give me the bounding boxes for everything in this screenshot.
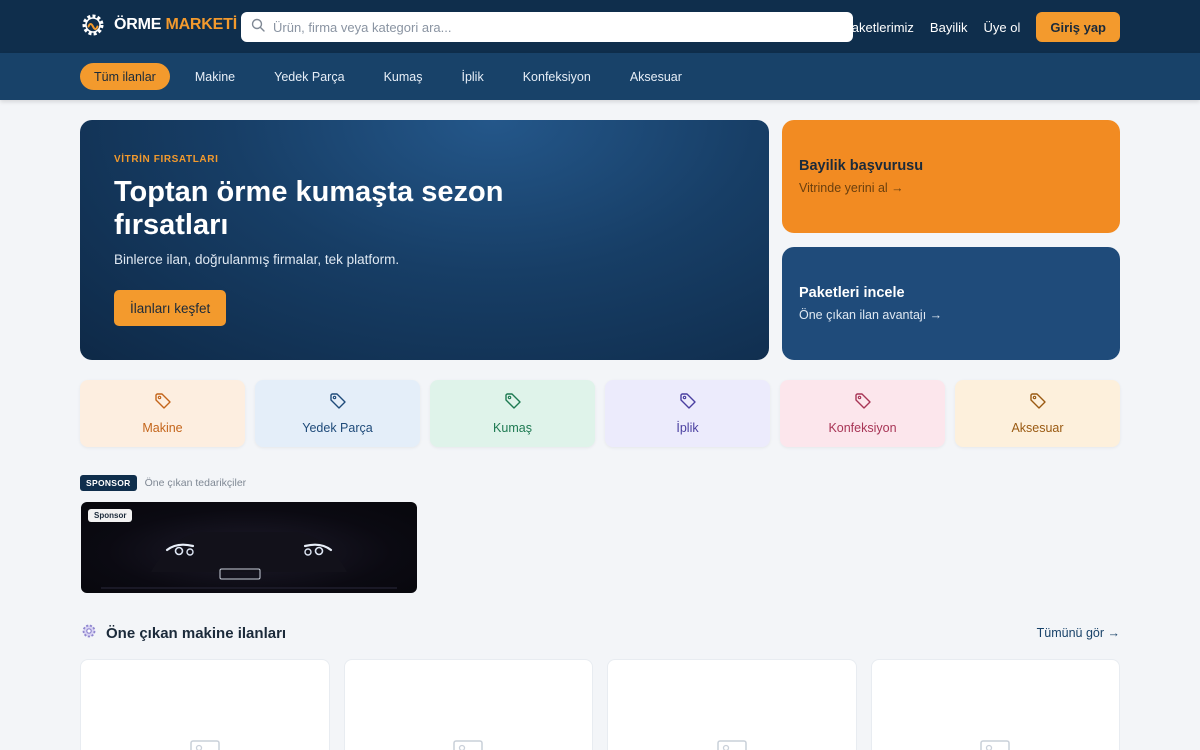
category-card-label: Kumaş xyxy=(493,421,532,435)
search-input[interactable] xyxy=(273,19,833,35)
sponsor-caption: Öne çıkan tedarikçiler xyxy=(144,477,247,489)
packages-card-link[interactable]: Öne çıkan ilan avantajı → xyxy=(799,308,942,322)
car-front-image xyxy=(101,532,397,589)
category-card-label: Makine xyxy=(142,421,183,435)
listing-cards xyxy=(80,659,1120,750)
category-card-machine[interactable]: Makine xyxy=(80,380,245,447)
tag-icon xyxy=(154,392,172,415)
category-card-label: Yedek Parça xyxy=(302,421,373,435)
category-tab-accessory[interactable]: Aksesuar xyxy=(616,63,696,90)
packages-card-title: Paketleri incele xyxy=(799,285,905,301)
search-icon xyxy=(251,18,265,37)
listing-card[interactable] xyxy=(607,659,857,750)
dealer-card-link[interactable]: Vitrinde yerini al → xyxy=(799,181,904,195)
category-card-label: Aksesuar xyxy=(1011,421,1064,435)
listing-card[interactable] xyxy=(870,659,1120,750)
category-card-label: İplik xyxy=(676,421,699,435)
category-tab-machine[interactable]: Makine xyxy=(181,63,249,90)
tag-icon xyxy=(1029,392,1047,415)
category-tab-apparel[interactable]: Konfeksiyon xyxy=(509,63,605,90)
category-tab-yarn[interactable]: İplik xyxy=(447,63,497,90)
hero-eyebrow: VİTRİN FIRSATLARI xyxy=(114,154,219,165)
logo-gear-icon xyxy=(80,12,106,38)
image-placeholder-icon xyxy=(453,740,483,750)
nav-packages-link[interactable]: Paketlerimiz xyxy=(843,20,914,35)
brand-logo[interactable]: ÖRME MARKETİ xyxy=(80,11,237,39)
explore-listings-button[interactable]: İlanları keşfet xyxy=(114,290,227,326)
section-title: Öne çıkan makine ilanları xyxy=(106,624,287,642)
login-button[interactable]: Giriş yap xyxy=(1036,12,1120,42)
hero-title: Toptan örme kumaşta sezon fırsatları xyxy=(114,176,504,241)
see-all-link[interactable]: Tümünü gör → xyxy=(1037,626,1120,640)
listing-card[interactable] xyxy=(80,659,330,750)
nav-dealership-link[interactable]: Bayilik xyxy=(930,20,968,35)
image-placeholder-icon xyxy=(717,740,747,750)
category-tab-all[interactable]: Tüm ilanlar xyxy=(80,63,170,90)
listing-card[interactable] xyxy=(343,659,593,750)
image-placeholder-icon xyxy=(190,740,220,750)
category-nav: Tüm ilanlar Makine Yedek Parça Kumaş İpl… xyxy=(0,53,1200,100)
category-card-apparel[interactable]: Konfeksiyon xyxy=(780,380,945,447)
tag-icon xyxy=(679,392,697,415)
packages-card[interactable]: Paketleri incele Öne çıkan ilan avantajı… xyxy=(782,247,1120,360)
sponsor-header: SPONSOR Öne çıkan tedarikçiler xyxy=(80,475,246,491)
sponsor-badge: SPONSOR xyxy=(80,475,137,491)
gear-icon xyxy=(80,622,98,645)
category-card-fabric[interactable]: Kumaş xyxy=(430,380,595,447)
category-card-label: Konfeksiyon xyxy=(828,421,897,435)
sponsor-banner[interactable]: Sponsor xyxy=(81,502,417,593)
tag-icon xyxy=(329,392,347,415)
category-cards: Makine Yedek Parça Kumaş İplik Konfeksiy… xyxy=(80,380,1120,447)
hero-banner: VİTRİN FIRSATLARI Toptan örme kumaşta se… xyxy=(80,120,769,360)
search-bar[interactable] xyxy=(241,12,853,42)
tag-icon xyxy=(504,392,522,415)
top-header: ÖRME MARKETİ Paketlerimiz Bayilik Üye ol… xyxy=(0,0,1200,53)
category-tab-spare-parts[interactable]: Yedek Parça xyxy=(260,63,358,90)
tag-icon xyxy=(854,392,872,415)
image-placeholder-icon xyxy=(980,740,1010,750)
hero-subtitle: Binlerce ilan, doğrulanmış firmalar, tek… xyxy=(114,252,400,267)
category-card-yarn[interactable]: İplik xyxy=(605,380,770,447)
dealer-card-title: Bayilik başvurusu xyxy=(799,158,924,174)
category-card-spare-parts[interactable]: Yedek Parça xyxy=(255,380,420,447)
nav-signup-link[interactable]: Üye ol xyxy=(984,20,1021,35)
brand-name: ÖRME MARKETİ xyxy=(114,16,237,33)
top-nav: Paketlerimiz Bayilik Üye ol Giriş yap xyxy=(843,12,1120,42)
category-card-accessory[interactable]: Aksesuar xyxy=(955,380,1120,447)
featured-machines-header: Öne çıkan makine ilanları Tümünü gör → xyxy=(80,622,1120,644)
dealer-application-card[interactable]: Bayilik başvurusu Vitrinde yerini al → xyxy=(782,120,1120,233)
category-tab-fabric[interactable]: Kumaş xyxy=(370,63,437,90)
